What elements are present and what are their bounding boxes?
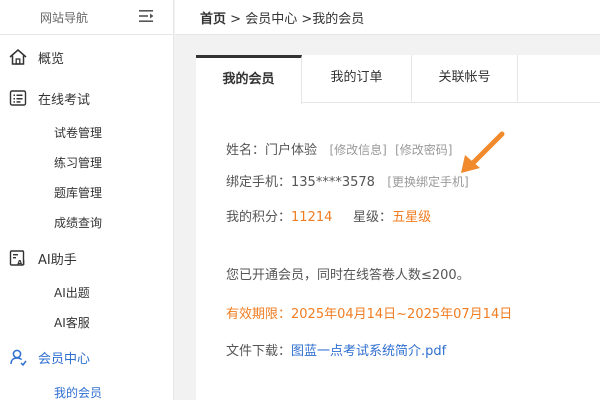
member-panel: 我的会员 我的订单 关联帐号 姓名：门户体验 [修改信息] [修改密码] 绑定手…: [196, 55, 600, 400]
tab-my-orders[interactable]: 我的订单: [302, 55, 412, 103]
breadcrumb-home[interactable]: 首页: [200, 12, 226, 27]
exam-list-icon: [9, 90, 27, 106]
menu-toggle-icon[interactable]: [138, 8, 156, 24]
sidebar-item-ai-assistant[interactable]: AI AI助手: [0, 242, 174, 272]
pointer-arrow-icon: [461, 131, 505, 173]
download-label: 文件下载：: [226, 344, 292, 359]
tab-my-membership[interactable]: 我的会员: [196, 55, 302, 104]
svg-text:AI: AI: [17, 259, 25, 267]
sidebar-item-my-membership[interactable]: 我的会员: [54, 384, 102, 400]
sidebar-item-practice-management[interactable]: 练习管理: [54, 154, 102, 171]
sidebar: 网站导航 概览 在线考试 试卷管理 练习管理 题库管理 成绩查询 AI AI助手…: [0, 0, 174, 400]
validity-period: 有效期限：2025年04月14日~2025年07月14日: [226, 307, 513, 322]
user-icon: [10, 349, 27, 367]
name-row: 姓名：门户体验 [修改信息] [修改密码]: [226, 139, 452, 158]
name-value: 门户体验: [265, 143, 318, 158]
phone-row: 绑定手机：135****3578 [更换绑定手机]: [226, 171, 469, 190]
breadcrumb-separator: >: [226, 12, 246, 27]
sidebar-item-label: 会员中心: [38, 352, 91, 367]
sidebar-item-score-query[interactable]: 成绩查询: [54, 214, 102, 231]
level-label: 星级：: [353, 210, 393, 225]
sidebar-item-ai-question[interactable]: AI出题: [54, 284, 90, 301]
ai-icon: AI: [9, 250, 25, 267]
points-value: 11214: [291, 210, 333, 225]
membership-notice: 您已开通会员，同时在线答卷人数≤200。: [226, 268, 470, 283]
sidebar-title: 网站导航: [40, 11, 89, 25]
topbar: 首页 > 会员中心 >我的会员: [175, 0, 600, 35]
sidebar-item-question-bank[interactable]: 题库管理: [54, 184, 102, 201]
breadcrumb-current: 我的会员: [312, 12, 365, 27]
breadcrumb: 首页 > 会员中心 >我的会员: [200, 8, 364, 27]
phone-value: 135****3578: [291, 175, 375, 190]
change-phone-link[interactable]: [更换绑定手机]: [387, 175, 468, 189]
sidebar-item-ai-service[interactable]: AI客服: [54, 314, 90, 331]
breadcrumb-separator: >: [297, 12, 313, 27]
sidebar-item-paper-management[interactable]: 试卷管理: [54, 124, 102, 141]
edit-info-link[interactable]: [修改信息]: [329, 143, 386, 157]
change-password-link[interactable]: [修改密码]: [395, 143, 452, 157]
name-label: 姓名：: [226, 143, 266, 158]
breadcrumb-member-center[interactable]: 会员中心: [245, 12, 297, 27]
home-icon: [9, 49, 27, 65]
download-row: 文件下载：图蓝一点考试系统简介.pdf: [226, 340, 446, 359]
sidebar-item-label: AI助手: [38, 253, 77, 268]
download-link[interactable]: 图蓝一点考试系统简介.pdf: [291, 344, 446, 359]
sidebar-item-label: 概览: [38, 52, 65, 67]
sidebar-item-label: 在线考试: [38, 93, 91, 108]
sidebar-item-online-exam[interactable]: 在线考试: [0, 82, 174, 112]
sidebar-item-overview[interactable]: 概览: [0, 41, 174, 71]
sidebar-header: 网站导航: [0, 0, 173, 35]
tab-bar: 我的会员 我的订单 关联帐号: [196, 55, 600, 104]
phone-label: 绑定手机：: [226, 175, 292, 190]
tab-linked-accounts[interactable]: 关联帐号: [412, 55, 518, 103]
sidebar-item-member-center[interactable]: 会员中心: [0, 341, 174, 371]
points-row: 我的积分：11214 星级：五星级: [226, 206, 431, 225]
level-value: 五星级: [392, 210, 432, 225]
points-label: 我的积分：: [226, 210, 292, 225]
